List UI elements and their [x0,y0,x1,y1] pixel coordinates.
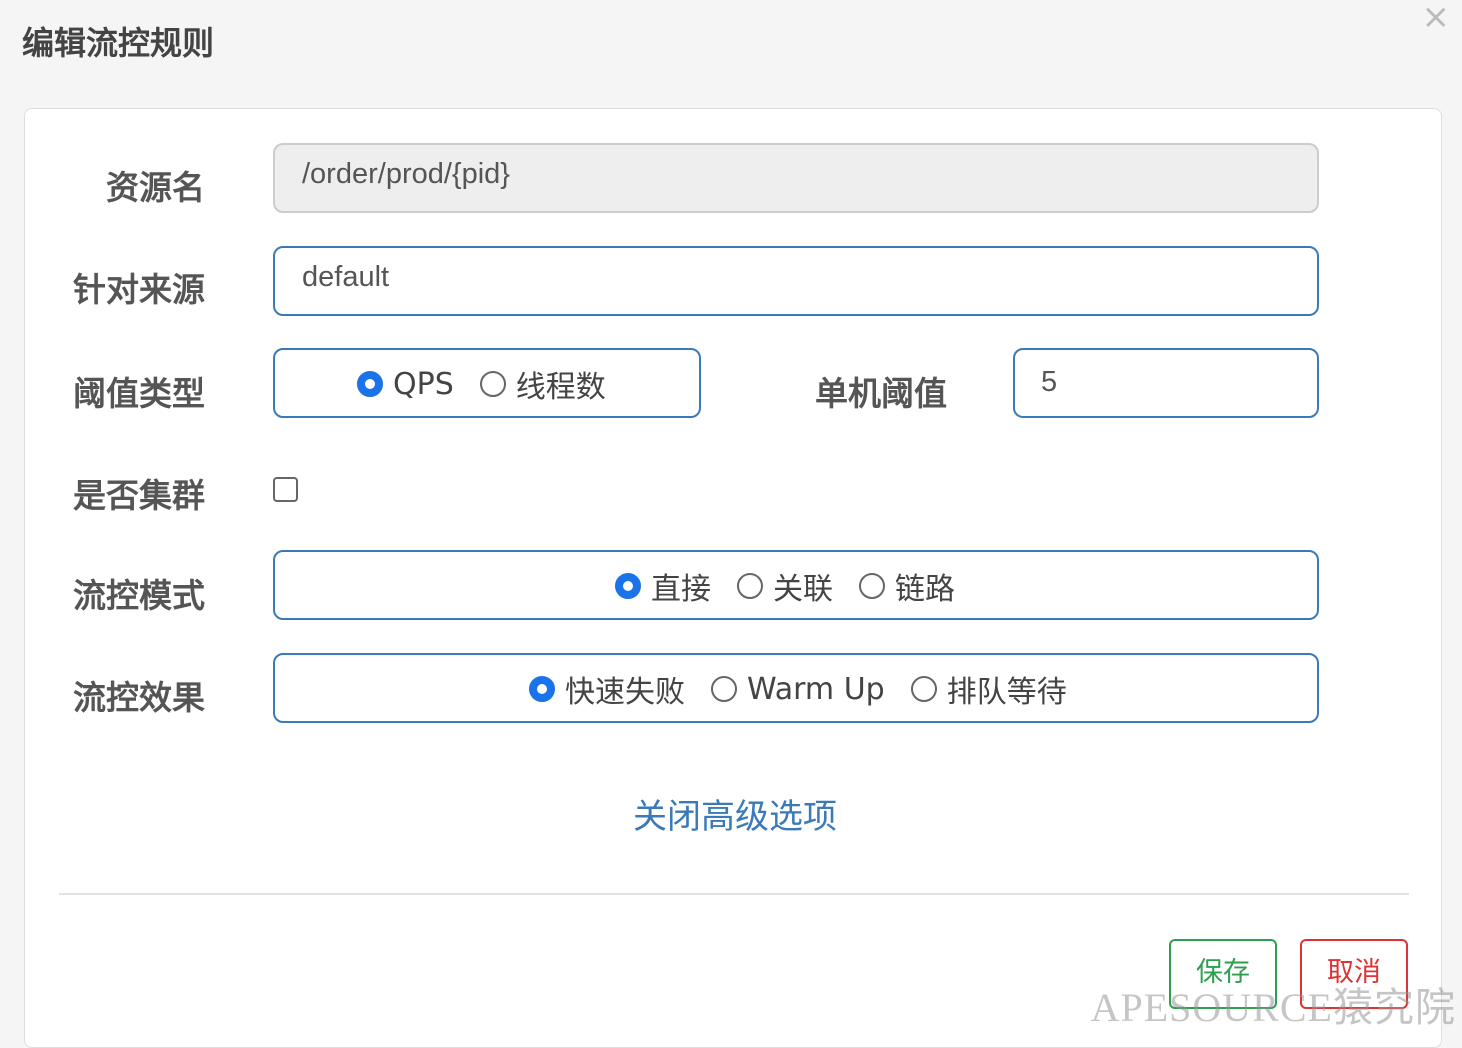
radio-thread-count-label: 线程数 [515,370,606,405]
radio-queue-label: 排队等待 [946,675,1067,710]
radio-direct[interactable]: 直接 [615,564,711,608]
resource-label: 资源名 [106,168,205,207]
radio-qps-circle[interactable] [357,371,383,397]
radio-qps-label: QPS [393,366,454,402]
radio-warm-up-label: Warm Up [747,671,885,707]
radio-fast-fail-circle[interactable] [529,676,555,702]
origin-value: default [302,261,390,293]
origin-input[interactable]: default [273,246,1319,316]
radio-qps[interactable]: QPS [357,367,454,402]
form-panel: 资源名 /order/prod/{pid} 针对来源 default 阈值类型 … [24,108,1442,1048]
radio-queue-circle[interactable] [910,676,937,702]
radio-fast-fail-label: 快速失败 [565,675,685,710]
threshold-input[interactable]: 5 [1013,348,1319,418]
cluster-label: 是否集群 [73,476,205,515]
radio-warm-up[interactable]: Warm Up [711,672,885,707]
radio-warm-up-circle[interactable] [711,676,737,702]
mode-group: 直接 关联 链路 [273,550,1319,620]
radio-fast-fail[interactable]: 快速失败 [529,667,685,711]
resource-value: /order/prod/{pid} [302,158,510,190]
threshold-type-group: QPS 线程数 [273,348,701,418]
radio-thread-count[interactable]: 线程数 [479,362,606,406]
radio-relate-label: 关联 [773,572,833,607]
radio-chain-circle[interactable] [859,573,885,599]
radio-chain[interactable]: 链路 [859,564,955,608]
radio-relate-circle[interactable] [737,573,763,599]
threshold-type-label: 阈值类型 [73,374,205,413]
cluster-checkbox[interactable] [273,477,298,502]
radio-direct-circle[interactable] [615,573,641,599]
radio-thread-count-circle[interactable] [479,371,506,397]
close-icon[interactable]: × [1422,0,1451,34]
radio-direct-label: 直接 [651,572,711,607]
radio-chain-label: 链路 [895,572,955,607]
radio-queue[interactable]: 排队等待 [910,667,1067,711]
dialog-title: 编辑流控规则 [22,24,215,62]
effect-label: 流控效果 [73,678,205,717]
resource-field: /order/prod/{pid} [273,143,1319,213]
watermark: APESOURCE猿究院 [1090,985,1456,1030]
threshold-label: 单机阈值 [815,374,947,413]
mode-label: 流控模式 [73,576,205,615]
threshold-value: 5 [1041,366,1058,398]
radio-relate[interactable]: 关联 [737,564,833,608]
advanced-options-toggle[interactable]: 关闭高级选项 [633,789,837,838]
effect-group: 快速失败 Warm Up 排队等待 [273,653,1319,723]
divider [59,893,1409,895]
origin-label: 针对来源 [73,270,205,309]
